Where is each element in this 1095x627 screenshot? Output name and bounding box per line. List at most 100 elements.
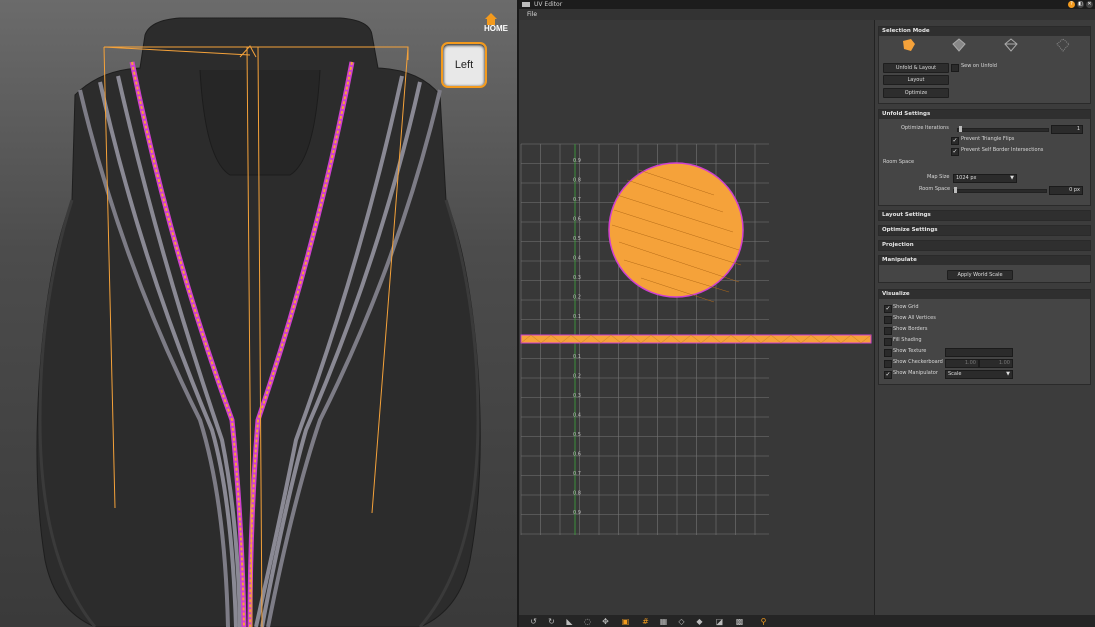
layout-settings-header[interactable]: Layout Settings <box>879 211 1090 220</box>
map-size-dropdown[interactable]: 1024 px ▼ <box>953 174 1017 183</box>
prevent-triangle-flips-checkbox[interactable]: ✓ <box>951 137 959 145</box>
show-all-vertices-label: Show All Vertices <box>893 315 936 321</box>
fill-shading-label: Fill Shading <box>893 337 922 343</box>
room-space-slider[interactable] <box>953 189 1047 193</box>
map-size-label: Map Size <box>927 174 950 180</box>
show-borders-label: Show Borders <box>893 326 928 332</box>
viewcube-label: Left <box>454 59 474 71</box>
optimize-iterations-knob[interactable] <box>959 126 962 132</box>
fill-shading-checkbox[interactable] <box>884 338 892 346</box>
help-icon[interactable]: ? <box>1068 1 1075 8</box>
uv-grid: 0.9 0.8 0.7 0.6 0.5 0.4 0.3 0.2 0.1 0.1 0.2 0.3 0.4 0… <box>520 143 872 535</box>
3d-viewport[interactable]: HOME Left <box>0 0 517 627</box>
selection-mode-header[interactable]: Selection Mode <box>879 27 1090 36</box>
optimize-iterations-slider[interactable] <box>957 128 1049 132</box>
face-select-icon[interactable] <box>951 38 967 52</box>
texture-icon[interactable]: ◪ <box>715 617 724 626</box>
rotate-cw-icon[interactable]: ↻ <box>547 617 556 626</box>
neg-v-tick-label: 0.1 <box>573 354 581 360</box>
app-icon <box>522 2 530 7</box>
optimize-button[interactable]: Optimize <box>883 88 949 98</box>
neg-v-tick-label: 0.5 <box>573 432 581 438</box>
chevron-down-icon: ▼ <box>1010 175 1014 181</box>
checkerboard-u-field[interactable]: 1.00 <box>945 359 979 368</box>
uv-settings-panel: Selection Mode Unfold & Layout Sew on Un… <box>874 20 1095 615</box>
manipulate-header[interactable]: Manipulate <box>879 256 1090 265</box>
dock-icon[interactable]: ◧ <box>1077 1 1084 8</box>
v-tick-label: 0.9 <box>573 158 581 164</box>
uv-editor-titlebar[interactable]: UV Editor ? ◧ ✕ <box>519 0 1095 9</box>
show-texture-label: Show Texture <box>893 348 927 354</box>
v-tick-label: 0.8 <box>573 178 581 184</box>
select-icon[interactable]: ◣ <box>565 617 574 626</box>
visualize-header[interactable]: Visualize <box>879 290 1090 299</box>
shading-icon[interactable]: ◆ <box>695 617 704 626</box>
show-checkerboard-label: Show Checkerboard <box>893 359 943 365</box>
lasso-icon[interactable]: ◌ <box>583 617 592 626</box>
uv-toolbar: ↺ ↻ ◣ ◌ ✥ ▣ # ▦ ◇ ◆ ◪ ▩ ⚲ <box>519 615 1095 627</box>
show-manipulator-checkbox[interactable]: ✓ <box>884 371 892 379</box>
optimize-settings-section: Optimize Settings <box>878 225 1091 236</box>
show-texture-checkbox[interactable] <box>884 349 892 357</box>
show-all-vertices-checkbox[interactable] <box>884 316 892 324</box>
neg-v-tick-label: 0.6 <box>573 452 581 458</box>
v-tick-label: 0.3 <box>573 275 581 281</box>
prevent-self-border-label: Prevent Self Border Intersections <box>961 147 1044 153</box>
selection-mode-section: Selection Mode Unfold & Layout Sew on Un… <box>878 26 1091 104</box>
island-select-icon[interactable] <box>901 38 917 52</box>
checkerboard-v-field[interactable]: 1.00 <box>979 359 1013 368</box>
prevent-self-border-checkbox[interactable]: ✓ <box>951 148 959 156</box>
viewcube-face[interactable]: Left <box>441 42 487 88</box>
rotate-ccw-icon[interactable]: ↺ <box>529 617 538 626</box>
move-icon[interactable]: ✥ <box>601 617 610 626</box>
show-manipulator-label: Show Manipulator <box>893 370 938 376</box>
home-label: HOME <box>484 24 508 33</box>
checker-icon[interactable]: ▩ <box>735 617 744 626</box>
projection-section: Projection <box>878 240 1091 251</box>
chevron-down-icon: ▼ <box>1006 371 1010 377</box>
vertex-select-icon[interactable] <box>1055 38 1071 52</box>
manipulator-dropdown[interactable]: Scale ▼ <box>945 370 1013 379</box>
optimize-iterations-field[interactable]: 1 <box>1051 125 1083 134</box>
uv-canvas[interactable]: 0.9 0.8 0.7 0.6 0.5 0.4 0.3 0.2 0.1 0.1 0.2 0.3 0.4 0… <box>519 20 874 615</box>
show-grid-checkbox[interactable]: ✓ <box>884 305 892 313</box>
wireframe-icon[interactable]: ◇ <box>677 617 686 626</box>
projection-header[interactable]: Projection <box>879 241 1090 250</box>
unfold-settings-section: Unfold Settings Optimize Iterations 1 ✓ … <box>878 109 1091 206</box>
room-space-field[interactable]: 0 px <box>1049 186 1083 195</box>
apply-world-scale-button[interactable]: Apply World Scale <box>947 270 1013 280</box>
uv-editor-window: UV Editor ? ◧ ✕ File 0.9 0.8 0.7 0.6 0.5 0.4 0… <box>519 0 1095 627</box>
neg-v-tick-label: 0.3 <box>573 393 581 399</box>
layout-button[interactable]: Layout <box>883 75 949 85</box>
menubar: File <box>519 9 1095 20</box>
neg-v-tick-label: 0.2 <box>573 374 581 380</box>
sew-on-unfold-label: Sew on Unfold <box>961 63 997 69</box>
unfold-settings-header[interactable]: Unfold Settings <box>879 110 1090 119</box>
viewcube[interactable]: Left <box>441 36 487 88</box>
neg-v-tick-label: 0.9 <box>573 510 581 516</box>
scale-icon[interactable]: ▣ <box>621 617 630 626</box>
room-space-knob[interactable] <box>954 187 957 193</box>
v-tick-label: 0.4 <box>573 256 581 262</box>
layout-settings-section: Layout Settings <box>878 210 1091 221</box>
texture-dropdown[interactable] <box>945 348 1013 357</box>
v-tick-label: 0.1 <box>573 314 581 320</box>
close-icon[interactable]: ✕ <box>1086 1 1093 8</box>
visualize-section: Visualize ✓ Show Grid Show All Vertices … <box>878 289 1091 385</box>
optimize-settings-header[interactable]: Optimize Settings <box>879 226 1090 235</box>
edge-select-icon[interactable] <box>1003 38 1019 52</box>
v-tick-label: 0.6 <box>573 217 581 223</box>
sew-on-unfold-checkbox[interactable] <box>951 64 959 72</box>
manipulate-section: Manipulate Apply World Scale <box>878 255 1091 283</box>
manipulator-icon[interactable]: ⚲ <box>759 617 768 626</box>
show-borders-checkbox[interactable] <box>884 327 892 335</box>
room-space-heading: Room Space <box>883 159 915 165</box>
grid-toggle-icon[interactable]: # <box>641 617 650 626</box>
menu-file[interactable]: File <box>527 9 537 20</box>
window-title: UV Editor <box>534 1 563 8</box>
show-checkerboard-checkbox[interactable] <box>884 360 892 368</box>
mesh-icon[interactable]: ▦ <box>659 617 668 626</box>
v-tick-label: 0.5 <box>573 236 581 242</box>
home-button[interactable]: HOME <box>476 13 508 37</box>
unfold-layout-button[interactable]: Unfold & Layout <box>883 63 949 73</box>
